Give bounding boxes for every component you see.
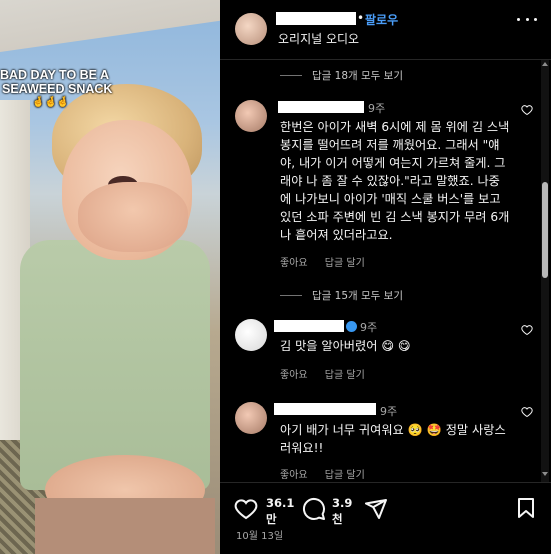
more-horizontal-icon[interactable]	[517, 12, 537, 26]
username-mask	[276, 12, 356, 25]
comment-username-mask	[274, 320, 344, 332]
bookmark-icon[interactable]	[516, 497, 536, 519]
comment-avatar[interactable]	[235, 100, 267, 132]
reply-button[interactable]: 답글 달기	[325, 370, 365, 381]
comments-scrollbar[interactable]	[541, 60, 549, 482]
media-pants	[35, 498, 215, 554]
reply-button[interactable]: 답글 달기	[325, 470, 365, 481]
comment-avatar[interactable]	[235, 319, 267, 351]
share-paper-plane-icon[interactable]	[364, 497, 388, 521]
media-hands	[78, 182, 188, 252]
comment-avatar[interactable]	[235, 402, 267, 434]
replies-line	[280, 75, 302, 76]
likes-count[interactable]: 36.1만	[266, 495, 294, 527]
view-replies-link[interactable]: 답글 18개 모두 보기	[312, 68, 403, 83]
header-dot: •	[357, 11, 365, 25]
media-overlay-text: BAD DAY TO BE A SEAWEED SNACK 🤞🤞🤞	[0, 68, 220, 110]
audio-label[interactable]: 오리지널 오디오	[278, 30, 359, 47]
like-heart-icon[interactable]	[234, 497, 258, 521]
like-count-link[interactable]: 좋아요	[280, 258, 308, 269]
scroll-up-arrow-icon[interactable]	[542, 62, 548, 66]
post-date[interactable]: 10월 13일	[236, 527, 283, 542]
comment-time: 9주	[380, 405, 398, 418]
heart-icon[interactable]	[521, 104, 533, 116]
comment-actions: 좋아요 답글 달기	[280, 254, 365, 269]
comments-panel: mlynnsons • 팔로우 오리지널 오디오 답글 18개 모두 보기 9주…	[220, 0, 551, 554]
comment-time: 9주	[360, 321, 378, 334]
media-roof	[0, 0, 220, 52]
follow-button[interactable]: 팔로우	[365, 11, 398, 28]
heart-icon[interactable]	[521, 406, 533, 418]
view-replies-link[interactable]: 답글 15개 모두 보기	[312, 288, 403, 303]
post-media[interactable]: BAD DAY TO BE A SEAWEED SNACK 🤞🤞🤞	[0, 0, 220, 554]
post-footer: 36.1만 3.9천 10월 13일	[220, 482, 551, 554]
like-count-link[interactable]: 좋아요	[280, 470, 308, 481]
comment-text: 아기 배가 너무 귀여워요 🥺 🤩 정말 사랑스러워요!!	[280, 423, 506, 455]
comment-text: 김 맛을 알아버렸어 😋 😋	[280, 339, 411, 353]
author-avatar[interactable]	[235, 13, 267, 45]
comment-bubble-icon[interactable]	[302, 497, 326, 521]
overlay-line-2: SEAWEED SNACK	[2, 82, 113, 96]
scroll-down-arrow-icon[interactable]	[542, 472, 548, 476]
verified-badge-icon	[346, 321, 357, 332]
like-count-link[interactable]: 좋아요	[280, 370, 308, 381]
comment-username-mask	[278, 101, 364, 113]
scrollbar-thumb[interactable]	[542, 182, 548, 278]
comment-time: 9주	[368, 102, 386, 115]
comment-actions: 좋아요 답글 달기	[280, 466, 365, 481]
comment-actions: 좋아요 답글 달기	[280, 366, 365, 381]
media-shirt	[20, 240, 210, 490]
post-header: mlynnsons • 팔로우 오리지널 오디오	[220, 0, 551, 60]
reply-button[interactable]: 답글 달기	[325, 258, 365, 269]
comment-text: 한번은 아이가 새벽 6시에 제 몸 위에 김 스낵 봉지를 떨어뜨려 저를 깨…	[280, 120, 510, 242]
comments-count[interactable]: 3.9천	[332, 495, 354, 527]
heart-icon[interactable]	[521, 324, 533, 336]
overlay-emoji: 🤞🤞🤞	[32, 97, 70, 108]
overlay-line-1: BAD DAY TO BE A	[0, 68, 110, 82]
replies-line	[280, 295, 302, 296]
comment-username-mask	[354, 403, 376, 415]
